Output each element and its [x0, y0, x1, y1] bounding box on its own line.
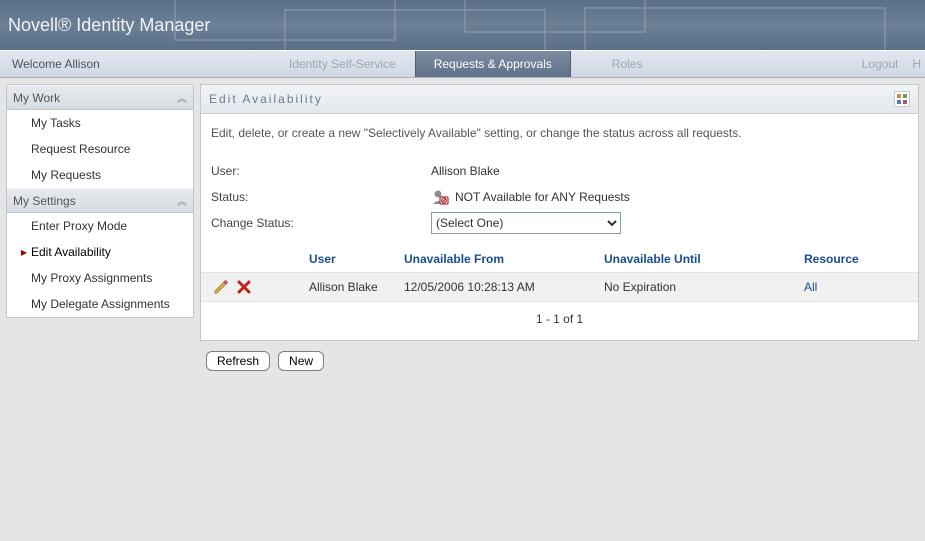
new-button[interactable]: New [278, 351, 324, 371]
app-banner: Novell® Identity Manager [0, 0, 925, 50]
form-area: User: Allison Blake Status: [201, 158, 918, 240]
help-link[interactable]: H [912, 57, 921, 71]
sidebar-item-my-delegate-assignments[interactable]: ▸ My Delegate Assignments [7, 291, 193, 317]
sidebar-group-my-settings[interactable]: My Settings ︽ [7, 188, 193, 213]
cell-until: No Expiration [604, 280, 804, 294]
col-unavailable-from: Unavailable From [404, 252, 604, 266]
table-row: Allison Blake 12/05/2006 10:28:13 AM No … [201, 272, 918, 302]
sidebar-item-label: My Proxy Assignments [31, 271, 152, 285]
user-value: Allison Blake [431, 164, 500, 178]
refresh-button[interactable]: Refresh [206, 351, 270, 371]
form-row-change-status: Change Status: (Select One) [211, 210, 908, 236]
sidebar-item-my-tasks[interactable]: ▸ My Tasks [7, 110, 193, 136]
panel-title: Edit Availability [209, 92, 323, 106]
sidebar-item-label: Request Resource [31, 142, 130, 156]
banner-decoration [165, 0, 925, 50]
row-actions [209, 279, 309, 295]
main-panel: Edit Availability Edit, delete, or creat… [200, 84, 919, 371]
tab-identity-self-service[interactable]: Identity Self-Service [270, 51, 415, 77]
table-header: User Unavailable From Unavailable Until … [201, 246, 918, 272]
panel-description: Edit, delete, or create a new "Selective… [201, 114, 918, 158]
cell-user: Allison Blake [309, 280, 404, 294]
edit-availability-panel: Edit Availability Edit, delete, or creat… [200, 84, 919, 341]
panel-footer: Refresh New [200, 341, 919, 371]
status-unavailable-icon [431, 189, 449, 205]
col-user: User [309, 252, 404, 266]
sidebar-item-my-proxy-assignments[interactable]: ▸ My Proxy Assignments [7, 265, 193, 291]
tab-roles[interactable]: Roles [571, 51, 684, 77]
sidebar-group-title: My Settings [13, 194, 76, 208]
form-row-status: Status: NOT Available for ANY Reques [211, 184, 908, 210]
nav-right: Logout H [848, 51, 925, 77]
change-status-select[interactable]: (Select One) [431, 212, 621, 234]
welcome-text: Welcome Allison [0, 51, 270, 77]
user-label: User: [211, 164, 431, 178]
sidebar-item-enter-proxy-mode[interactable]: ▸ Enter Proxy Mode [7, 213, 193, 239]
workspace: My Work ︽ ▸ My Tasks ▸ Request Resource … [0, 78, 925, 377]
sidebar: My Work ︽ ▸ My Tasks ▸ Request Resource … [6, 84, 194, 318]
sidebar-item-request-resource[interactable]: ▸ Request Resource [7, 136, 193, 162]
delete-row-icon[interactable] [237, 280, 251, 294]
cell-resource[interactable]: All [804, 280, 910, 294]
pager-text: 1 - 1 of 1 [201, 302, 918, 340]
sidebar-item-edit-availability[interactable]: ▸ Edit Availability [7, 239, 193, 265]
status-value: NOT Available for ANY Requests [455, 190, 630, 204]
navbar: Welcome Allison Identity Self-Service Re… [0, 50, 925, 78]
panel-header: Edit Availability [201, 85, 918, 114]
col-unavailable-until: Unavailable Until [604, 252, 804, 266]
panel-options-icon[interactable] [894, 91, 910, 107]
tab-requests-approvals[interactable]: Requests & Approvals [415, 51, 571, 77]
logout-link[interactable]: Logout [862, 57, 899, 71]
sidebar-item-label: Edit Availability [31, 245, 111, 259]
sidebar-group-my-work[interactable]: My Work ︽ [7, 85, 193, 110]
status-label: Status: [211, 190, 431, 204]
sidebar-item-label: My Tasks [31, 116, 81, 130]
col-resource: Resource [804, 252, 910, 266]
sidebar-item-my-requests[interactable]: ▸ My Requests [7, 162, 193, 188]
collapse-icon: ︽ [177, 90, 187, 105]
cell-from: 12/05/2006 10:28:13 AM [404, 280, 604, 294]
collapse-icon: ︽ [177, 193, 187, 208]
active-marker-icon: ▸ [21, 245, 27, 259]
edit-row-icon[interactable] [213, 279, 229, 295]
sidebar-group-title: My Work [13, 91, 60, 105]
sidebar-item-label: My Requests [31, 168, 101, 182]
availability-table: User Unavailable From Unavailable Until … [201, 246, 918, 340]
sidebar-item-label: Enter Proxy Mode [31, 219, 127, 233]
form-row-user: User: Allison Blake [211, 158, 908, 184]
nav-tabs: Identity Self-Service Requests & Approva… [270, 51, 848, 77]
sidebar-item-label: My Delegate Assignments [31, 297, 170, 311]
change-status-label: Change Status: [211, 216, 431, 230]
